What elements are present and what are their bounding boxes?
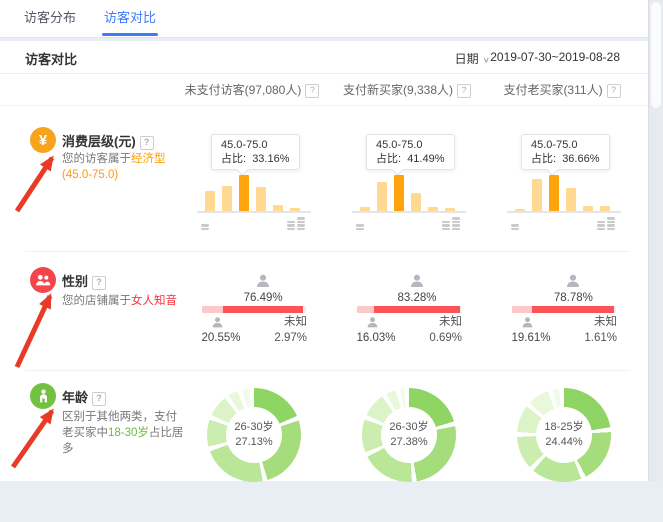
section-note-gender: 您的店铺属于女人知音 [62,293,188,309]
section-age: 年龄? 区别于其他两类，支付老买家中18-30岁占比居多 26-30岁 27.1… [0,371,648,522]
unknown-gender: 未知 1.61% [569,314,617,346]
tab-visitor-comparison-label: 访客对比 [104,10,156,25]
unknown-gender: 未知 0.69% [414,314,462,346]
female-icon [565,273,581,289]
tab-bar: 访客分布 访客对比 [0,0,648,38]
column-header-returning-buyers: 支付老买家(311人)? [487,81,637,98]
female-percentage: 78.78% [541,292,605,304]
female-icon [255,273,271,289]
age-donut-chart: 26-30岁 27.38% [362,388,456,482]
axis-line [352,211,466,213]
axis-line [197,211,311,213]
unknown-percentage: 2.97% [259,330,307,346]
unknown-gender: 未知 2.97% [259,314,307,346]
section-consumption-level: ¥ 消费层级(元)? 您的访客属于经济型(45.0-75.0) 45.0-75.… [0,105,648,252]
age-highlight-text: 18-30岁 [108,427,149,439]
male-percentage: 19.61% [501,332,561,344]
female-icon [409,273,425,289]
column-header-row: 未支付访客(97,080人)? 支付新买家(9,338人)? 支付老买家(311… [0,73,648,106]
active-tab-underline [102,33,158,36]
tab-visitor-distribution[interactable]: 访客分布 [24,0,76,36]
high-price-coins-icon [442,216,462,230]
chart-tooltip: 45.0-75.0 占比: 41.49% [366,134,455,170]
axis-line [507,211,621,213]
gender-chart-returning-buyers: 78.78% 19.61% 未知 1.61% [507,252,657,371]
donut-center-label: 26-30岁 [234,420,273,435]
donut-center-value: 27.38% [390,435,427,450]
tab-visitor-comparison[interactable]: 访客对比 [104,0,156,36]
bar-chart [352,175,466,211]
help-icon[interactable]: ? [140,136,154,150]
gender-bar [357,306,461,313]
donut-center-label: 18-25岁 [544,420,583,435]
help-icon[interactable]: ? [305,84,319,98]
column-header-unpaid-visitors: 未支付访客(97,080人)? [177,81,327,98]
low-price-coin-icon [356,216,366,230]
donut-center-label: 26-30岁 [389,420,428,435]
gender-icon [30,267,56,293]
help-icon[interactable]: ? [92,392,106,406]
section-title-consumption: 消费层级(元)? [62,131,154,150]
date-range-value[interactable]: 2019-07-30~2019-08-28 [490,50,620,64]
male-percentage: 20.55% [191,332,251,344]
chart-tooltip: 45.0-75.0 占比: 33.16% [211,134,300,170]
female-percentage: 76.49% [231,292,295,304]
gender-chart-unpaid: 76.49% 20.55% 未知 2.97% [197,252,347,371]
section-title-gender: 性别? [62,271,106,290]
visitor-comparison-panel: 访客对比 日期 ∨ 2019-07-30~2019-08-28 未支付访客(97,… [0,41,648,481]
consumption-chart-returning-buyers: 45.0-75.0 占比: 36.66% [507,105,657,252]
donut-center-value: 24.44% [545,435,582,450]
bar-chart [507,175,621,211]
date-filter-dropdown[interactable]: 日期 ∨ [455,50,490,67]
gender-bar [512,306,616,313]
chart-tooltip: 45.0-75.0 占比: 36.66% [521,134,610,170]
male-icon [366,316,379,329]
donut-center-value: 27.13% [235,435,272,450]
high-price-coins-icon [287,216,307,230]
section-gender: 性别? 您的店铺属于女人知音 76.49% 20.55% 未知 2.97% 83… [0,252,648,371]
male-icon [521,316,534,329]
panel-title: 访客对比 [25,49,77,68]
high-price-coins-icon [597,216,617,230]
unknown-percentage: 0.69% [414,330,462,346]
consumption-chart-unpaid: 45.0-75.0 占比: 33.16% [197,105,347,252]
panel-header: 访客对比 日期 ∨ 2019-07-30~2019-08-28 [0,41,648,74]
help-icon[interactable]: ? [92,276,106,290]
gender-chart-new-buyers: 83.28% 16.03% 未知 0.69% [352,252,502,371]
yen-icon: ¥ [30,127,56,153]
male-icon [211,316,224,329]
chevron-down-icon: ∨ [483,56,490,65]
gender-highlight-text: 女人知音 [131,295,177,307]
scrollbar-thumb[interactable] [651,2,661,108]
gender-bar [202,306,306,313]
section-note-consumption: 您的访客属于经济型(45.0-75.0) [62,151,188,183]
male-percentage: 16.03% [346,332,406,344]
age-chart-new-buyers: 26-30岁 27.38% [352,371,502,522]
section-note-age: 区别于其他两类，支付老买家中18-30岁占比居多 [62,409,188,457]
unknown-percentage: 1.61% [569,330,617,346]
consumption-chart-new-buyers: 45.0-75.0 占比: 41.49% [352,105,502,252]
low-price-coin-icon [511,216,521,230]
help-icon[interactable]: ? [457,84,471,98]
age-icon [30,383,56,409]
age-donut-chart: 18-25岁 24.44% [517,388,611,482]
female-percentage: 83.28% [385,292,449,304]
bar-chart [197,175,311,211]
low-price-coin-icon [201,216,211,230]
age-donut-chart: 26-30岁 27.13% [207,388,301,482]
age-chart-unpaid: 26-30岁 27.13% [197,371,347,522]
date-filter-label: 日期 [455,52,479,66]
help-icon[interactable]: ? [607,84,621,98]
column-header-new-buyers: 支付新买家(9,338人)? [332,81,482,98]
age-chart-returning-buyers: 18-25岁 24.44% [507,371,657,522]
section-title-age: 年龄? [62,387,106,406]
